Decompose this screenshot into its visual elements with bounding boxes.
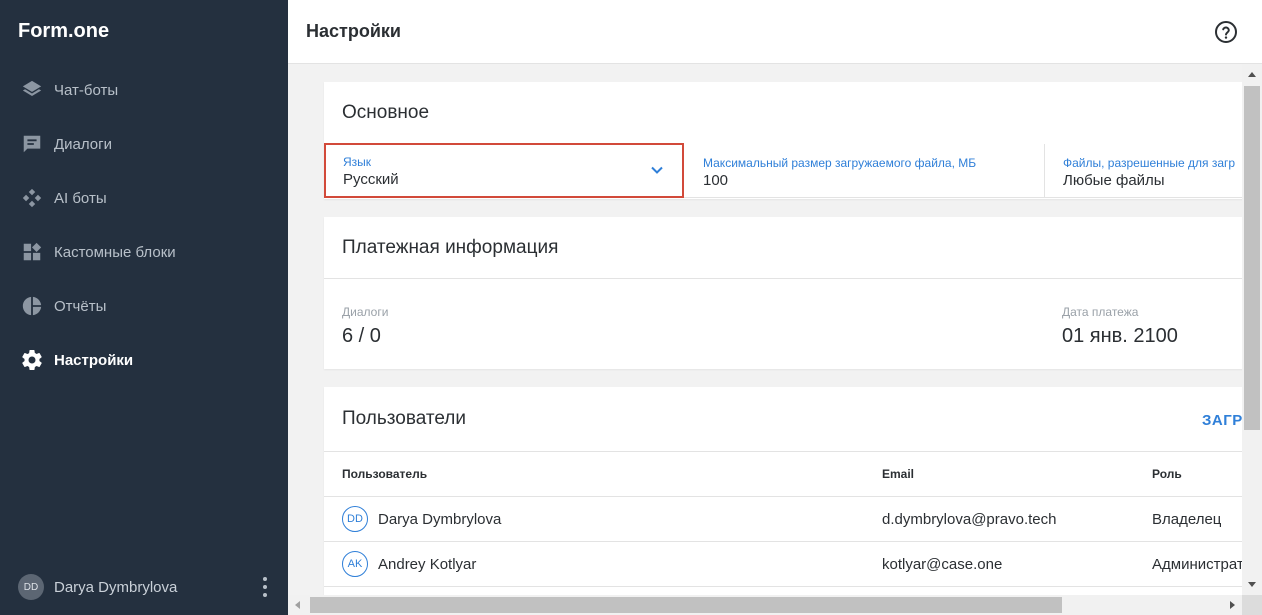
avatar: DD: [18, 574, 44, 600]
sidebar-item-reports[interactable]: Отчёты: [0, 279, 288, 333]
column-header-user[interactable]: Пользователь: [342, 467, 427, 481]
column-header-role[interactable]: Роль: [1152, 467, 1182, 481]
chat-icon: [20, 132, 44, 156]
scroll-right-icon[interactable]: [1230, 601, 1235, 609]
page-title: Настройки: [306, 21, 401, 41]
divider: [324, 451, 1242, 452]
language-value: Русский: [343, 171, 399, 188]
sidebar-item-label: Настройки: [54, 351, 134, 369]
scroll-up-icon[interactable]: [1248, 72, 1256, 77]
user-email: kotlyar@case.one: [882, 556, 1003, 573]
payment-date-value: 01 янв. 2100: [1062, 325, 1178, 347]
general-card: Основное Язык Русский Максимальный разме…: [324, 82, 1242, 199]
user-role: Администрат: [1152, 556, 1242, 573]
sidebar-item-ai-bots[interactable]: AI боты: [0, 171, 288, 225]
user-name: Andrey Kotlyar: [378, 556, 477, 573]
more-vert-icon[interactable]: [262, 577, 268, 597]
horizontal-scrollbar[interactable]: [288, 595, 1242, 615]
layers-icon: [20, 78, 44, 102]
allowed-files-label: Файлы, разрешенные для загр: [1063, 156, 1236, 170]
sidebar-item-label: Кастомные блоки: [54, 243, 176, 261]
sidebar-item-label: Диалоги: [54, 135, 112, 153]
divider: [324, 586, 1242, 587]
user-name: Darya Dymbrylova: [378, 511, 502, 528]
upload-button[interactable]: ЗАГР: [1202, 412, 1242, 429]
sidebar: Form.one Чат-боты Диалоги AI боты Кастом…: [0, 0, 288, 615]
gear-icon: [20, 348, 44, 372]
dialogs-label: Диалоги: [342, 305, 389, 319]
payment-date-label: Дата платежа: [1062, 305, 1139, 319]
max-file-size-label: Максимальный размер загружаемого файла, …: [703, 156, 977, 170]
settings-content: Основное Язык Русский Максимальный разме…: [288, 64, 1242, 595]
language-label: Язык: [343, 155, 372, 169]
table-row[interactable]: AK Andrey Kotlyar kotlyar@case.one Админ…: [324, 542, 1242, 586]
max-file-size-value: 100: [703, 172, 729, 189]
sidebar-item-label: Чат-боты: [54, 81, 119, 99]
pie-chart-icon: [20, 294, 44, 318]
avatar: AK: [342, 551, 368, 577]
scrollbar-thumb[interactable]: [310, 597, 1062, 613]
app-logo: Form.one: [18, 20, 110, 42]
chevron-down-icon[interactable]: [650, 163, 664, 177]
scrollbar-corner: [1242, 595, 1262, 615]
sidebar-item-custom-blocks[interactable]: Кастомные блоки: [0, 225, 288, 279]
scroll-left-icon[interactable]: [295, 601, 300, 609]
sidebar-item-label: AI боты: [54, 189, 107, 207]
vertical-scrollbar[interactable]: [1242, 64, 1262, 595]
help-icon[interactable]: [1214, 20, 1238, 44]
column-header-email[interactable]: Email: [882, 467, 914, 481]
sidebar-item-label: Отчёты: [54, 297, 107, 315]
user-role: Владелец: [1152, 511, 1222, 528]
user-name: Darya Dymbrylova: [54, 578, 178, 596]
sidebar-item-settings[interactable]: Настройки: [0, 333, 288, 387]
user-profile[interactable]: DD Darya Dymbrylova: [0, 559, 288, 615]
users-card: Пользователи ЗАГР Пользователь Email Рол…: [324, 387, 1242, 595]
max-file-size-field[interactable]: Максимальный размер загружаемого файла, …: [684, 144, 1045, 198]
table-row[interactable]: DD Darya Dymbrylova d.dymbrylova@pravo.t…: [324, 497, 1242, 541]
dialogs-stat: Диалоги 6 / 0: [342, 305, 388, 348]
billing-title: Платежная информация: [342, 237, 559, 258]
scroll-down-icon[interactable]: [1248, 582, 1256, 587]
scrollbar-thumb[interactable]: [1244, 86, 1260, 430]
divider: [324, 278, 1242, 279]
avatar: DD: [342, 506, 368, 532]
payment-date-stat: Дата платежа 01 янв. 2100: [1062, 305, 1178, 348]
blocks-icon: [20, 240, 44, 264]
allowed-files-value: Любые файлы: [1063, 172, 1165, 189]
users-title: Пользователи: [342, 408, 467, 429]
language-select[interactable]: Язык Русский: [324, 143, 684, 198]
billing-card: Платежная информация Диалоги 6 / 0 Дата …: [324, 217, 1242, 369]
ai-diamond-icon: [20, 186, 44, 210]
allowed-files-field[interactable]: Файлы, разрешенные для загр Любые файлы: [1045, 144, 1242, 198]
general-title: Основное: [342, 102, 430, 123]
sidebar-item-chatbots[interactable]: Чат-боты: [0, 63, 288, 117]
dialogs-value: 6 / 0: [342, 325, 381, 347]
user-email: d.dymbrylova@pravo.tech: [882, 511, 1057, 528]
header: Настройки: [288, 0, 1262, 64]
sidebar-item-dialogs[interactable]: Диалоги: [0, 117, 288, 171]
